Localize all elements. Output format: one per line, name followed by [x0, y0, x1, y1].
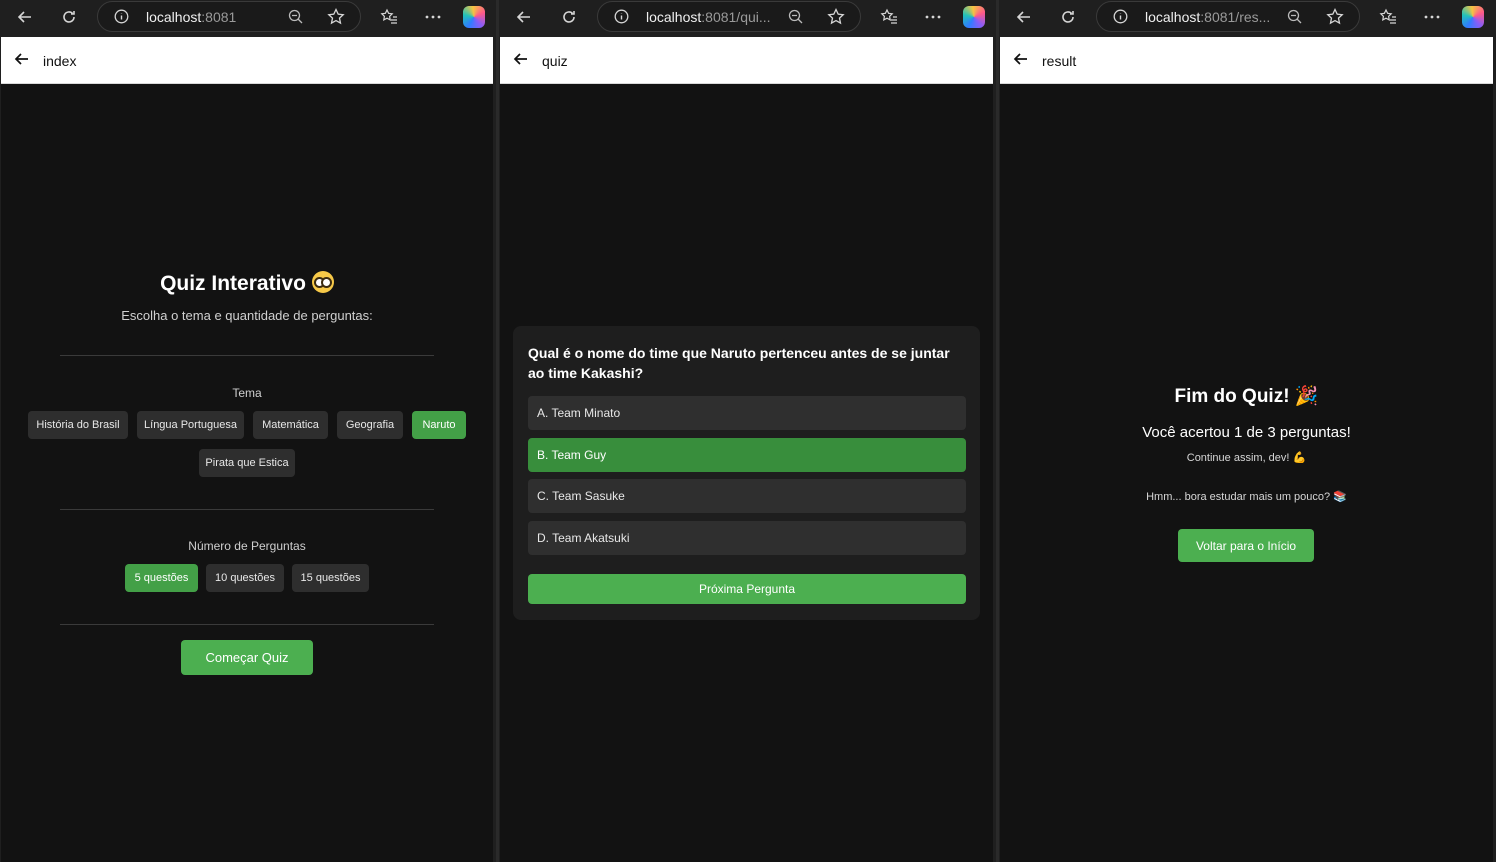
- site-info-icon[interactable]: [614, 9, 629, 24]
- answer-option-b[interactable]: B. Team Guy: [528, 438, 966, 472]
- refresh-icon[interactable]: [554, 3, 584, 31]
- address-bar[interactable]: localhost:8081/qui...: [597, 1, 861, 32]
- url-text: localhost:8081/res...: [1145, 9, 1271, 25]
- divider: [60, 509, 434, 510]
- divider: [60, 355, 434, 356]
- index-screen: Quiz Interativo Escolha o tema e quantid…: [1, 84, 493, 862]
- answer-option-a[interactable]: A. Team Minato: [528, 396, 966, 430]
- favorites-list-icon[interactable]: [374, 3, 404, 31]
- quiz-screen: Qual é o nome do time que Naruto pertenc…: [500, 84, 993, 862]
- question-card: Qual é o nome do time que Naruto pertenc…: [513, 326, 980, 620]
- start-quiz-button[interactable]: Começar Quiz: [181, 640, 313, 675]
- theme-chip-lingua[interactable]: Língua Portuguesa: [137, 411, 244, 439]
- back-arrow-icon[interactable]: [509, 3, 539, 31]
- answer-option-c[interactable]: C. Team Sasuke: [528, 479, 966, 513]
- zoom-out-icon[interactable]: [287, 8, 305, 26]
- app-header: result: [1000, 37, 1493, 84]
- browser-toolbar: localhost:8081/res...: [999, 0, 1496, 34]
- divider: [60, 624, 434, 625]
- favorite-star-icon[interactable]: [1325, 7, 1345, 27]
- favorites-list-icon[interactable]: [1373, 3, 1403, 31]
- feedback-message: Hmm... bora estudar mais um pouco? 📚: [1146, 491, 1347, 503]
- question-text: Qual é o nome do time que Naruto pertenc…: [528, 345, 950, 381]
- favorite-star-icon[interactable]: [826, 7, 846, 27]
- copilot-icon[interactable]: [963, 6, 985, 28]
- favorites-list-icon[interactable]: [874, 3, 904, 31]
- page-title: quiz: [542, 53, 568, 69]
- zoom-out-icon[interactable]: [787, 8, 805, 26]
- score-text: Você acertou 1 de 3 perguntas!: [1142, 424, 1351, 441]
- browser-toolbar: localhost:8081/qui...: [499, 0, 996, 34]
- page-title: index: [43, 53, 77, 69]
- theme-chip-pirata[interactable]: Pirata que Estica: [199, 449, 295, 477]
- back-arrow-icon[interactable]: [513, 51, 529, 67]
- answer-option-d[interactable]: D. Team Akatsuki: [528, 521, 966, 555]
- refresh-icon[interactable]: [1053, 3, 1083, 31]
- copilot-icon[interactable]: [463, 6, 485, 28]
- page-title: result: [1042, 53, 1077, 69]
- browser-window-quiz: localhost:8081/qui... quiz Qual é o nome…: [499, 0, 996, 862]
- site-info-icon[interactable]: [1113, 9, 1128, 24]
- theme-chip-historia[interactable]: História do Brasil: [28, 411, 128, 439]
- copilot-icon[interactable]: [1462, 6, 1484, 28]
- url-text: localhost:8081/qui...: [646, 9, 771, 25]
- more-menu-icon[interactable]: [418, 3, 448, 31]
- count-chip-15[interactable]: 15 questões: [292, 564, 369, 592]
- refresh-icon[interactable]: [54, 3, 84, 31]
- browser-window-result: localhost:8081/res... result Fim do Quiz…: [999, 0, 1496, 862]
- result-title: Fim do Quiz! 🎉: [1174, 386, 1319, 407]
- browser-toolbar: localhost:8081: [0, 0, 496, 34]
- browser-window-index: localhost:8081 index Quiz Interativo Esc…: [0, 0, 496, 862]
- app-header: index: [1, 37, 493, 84]
- address-bar[interactable]: localhost:8081: [97, 1, 361, 32]
- back-arrow-icon[interactable]: [14, 51, 30, 67]
- url-text: localhost:8081: [146, 9, 237, 25]
- address-bar[interactable]: localhost:8081/res...: [1096, 1, 1360, 32]
- favorite-star-icon[interactable]: [326, 7, 346, 27]
- theme-chip-geografia[interactable]: Geografia: [337, 411, 403, 439]
- theme-label: Tema: [232, 386, 262, 400]
- count-chip-10[interactable]: 10 questões: [206, 564, 284, 592]
- theme-chip-naruto[interactable]: Naruto: [412, 411, 466, 439]
- count-label: Número de Perguntas: [188, 539, 306, 553]
- back-arrow-icon[interactable]: [1009, 3, 1039, 31]
- app-header: quiz: [500, 37, 993, 84]
- theme-chip-matematica[interactable]: Matemática: [253, 411, 328, 439]
- more-menu-icon[interactable]: [1417, 3, 1447, 31]
- next-question-button[interactable]: Próxima Pergunta: [528, 574, 966, 604]
- nerd-face-icon: [311, 271, 334, 293]
- site-info-icon[interactable]: [114, 9, 129, 24]
- back-arrow-icon[interactable]: [10, 3, 40, 31]
- encouragement-text: Continue assim, dev! 💪: [1186, 452, 1307, 464]
- back-arrow-icon[interactable]: [1013, 51, 1029, 67]
- more-menu-icon[interactable]: [918, 3, 948, 31]
- subtitle: Escolha o tema e quantidade de perguntas…: [121, 308, 373, 323]
- back-to-home-button[interactable]: Voltar para o Início: [1178, 529, 1314, 562]
- zoom-out-icon[interactable]: [1286, 8, 1304, 26]
- result-screen: Fim do Quiz! 🎉 Você acertou 1 de 3 pergu…: [1000, 84, 1493, 862]
- count-chip-5[interactable]: 5 questões: [125, 564, 198, 592]
- quiz-title: Quiz Interativo: [1, 271, 493, 296]
